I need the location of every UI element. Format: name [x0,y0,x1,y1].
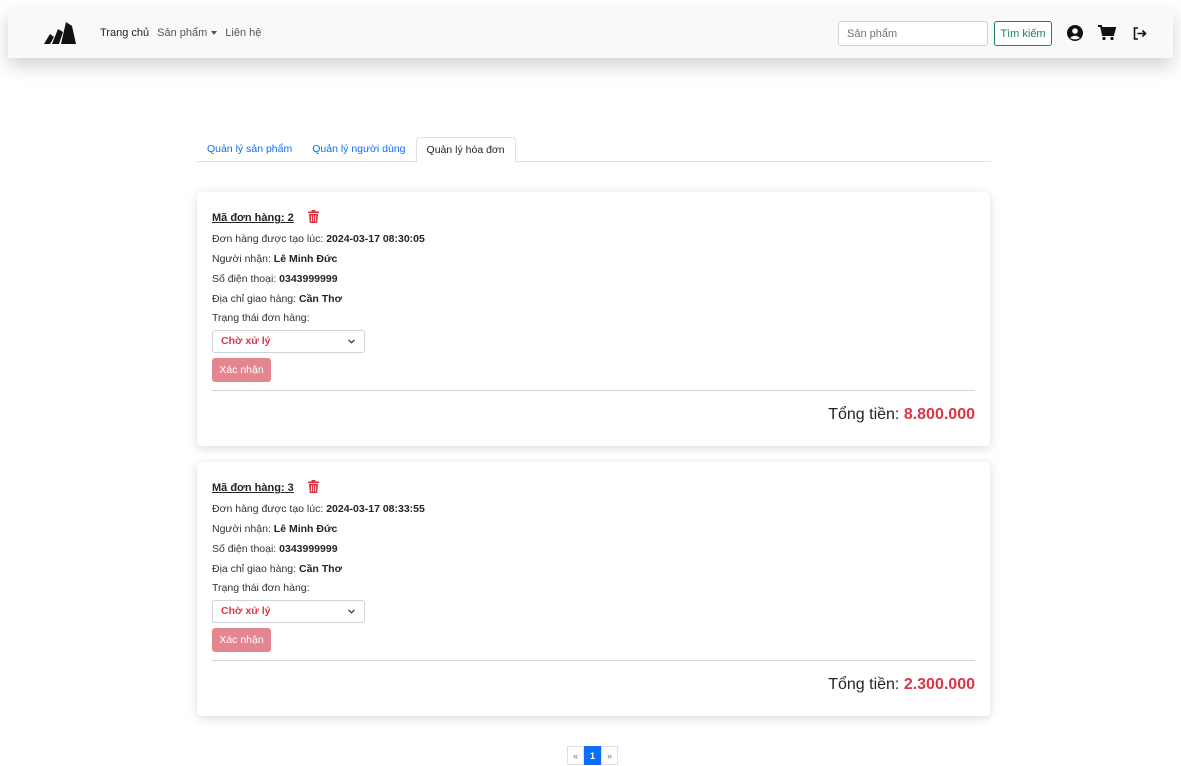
trash-icon[interactable] [308,210,319,223]
phone-value: 0343999999 [279,543,338,555]
created-at-line: Đơn hàng được tạo lúc: 2024-03-17 08:30:… [212,233,425,245]
chevron-down-icon [348,339,355,344]
status-select[interactable]: Chờ xử lý [212,600,365,623]
recipient-value: Lê Minh Đức [273,523,338,535]
address-label: Địa chỉ giao hàng: [212,293,299,305]
total-line: Tổng tiền: 2.300.000 [828,676,975,694]
phone-label: Số điện thoại: [212,543,280,555]
created-at-value: 2024-03-17 08:33:55 [326,503,425,515]
nav-contact-link[interactable]: Liên hệ [225,27,261,39]
pagination: « 1 » [567,746,618,765]
confirm-button[interactable]: Xác nhận [212,358,271,382]
nav-products-dropdown[interactable]: Sản phẩm [157,27,218,39]
caret-down-icon [211,31,218,36]
search-button[interactable]: Tìm kiếm [994,21,1052,46]
phone-value: 0343999999 [279,273,338,285]
trash-icon[interactable] [308,480,319,493]
tab-manage-users[interactable]: Quản lý người dùng [302,137,415,162]
nav-home-link[interactable]: Trang chủ [100,27,149,39]
total-label: Tổng tiền: [828,676,904,693]
status-label: Trạng thái đơn hàng: [212,582,310,594]
pagination-prev[interactable]: « [567,746,584,765]
address-line: Địa chỉ giao hàng: Cần Thơ [212,293,342,305]
status-value: Chờ xử lý [221,605,271,617]
created-at-label: Đơn hàng được tạo lúc: [212,503,327,515]
logo-icon[interactable] [44,22,76,44]
created-at-label: Đơn hàng được tạo lúc: [212,233,327,245]
recipient-line: Người nhận: Lê Minh Đức [212,253,337,265]
pagination-next[interactable]: » [601,746,618,765]
total-amount: 8.800.000 [903,406,975,423]
status-label: Trạng thái đơn hàng: [212,312,310,324]
top-strip [0,0,1181,8]
order-title: Mã đơn hàng: 2 [212,212,294,224]
divider [212,660,975,661]
user-icon[interactable] [1066,24,1084,42]
order-card: Mã đơn hàng: 2 Đơn hàng được tạo lúc: 20… [197,192,990,446]
search-input[interactable] [838,21,988,46]
chevron-down-icon [348,609,355,614]
recipient-label: Người nhận: [212,523,274,535]
nav-links: Trang chủ Sản phẩm Liên hệ [100,8,261,58]
status-select[interactable]: Chờ xử lý [212,330,365,353]
confirm-button[interactable]: Xác nhận [212,628,271,652]
order-title: Mã đơn hàng: 3 [212,482,294,494]
recipient-label: Người nhận: [212,253,274,265]
tab-manage-invoices[interactable]: Quản lý hóa đơn [415,137,516,163]
address-line: Địa chỉ giao hàng: Cần Thơ [212,563,342,575]
created-at-value: 2024-03-17 08:30:05 [326,233,425,245]
phone-label: Số điện thoại: [212,273,280,285]
total-line: Tổng tiền: 8.800.000 [828,406,975,424]
address-label: Địa chỉ giao hàng: [212,563,299,575]
address-value: Cần Thơ [298,293,343,305]
recipient-value: Lê Minh Đức [273,253,338,265]
order-card: Mã đơn hàng: 3 Đơn hàng được tạo lúc: 20… [197,462,990,716]
phone-line: Số điện thoại: 0343999999 [212,273,338,285]
recipient-line: Người nhận: Lê Minh Đức [212,523,337,535]
navbar: Trang chủ Sản phẩm Liên hệ Tìm kiếm [8,8,1173,58]
status-value: Chờ xử lý [221,335,271,347]
cart-icon[interactable] [1098,24,1116,42]
logout-icon[interactable] [1131,24,1149,42]
total-amount: 2.300.000 [903,676,975,693]
admin-tabs: Quản lý sản phẩm Quản lý người dùng Quản… [197,137,991,163]
created-at-line: Đơn hàng được tạo lúc: 2024-03-17 08:33:… [212,503,425,515]
total-label: Tổng tiền: [828,406,904,423]
pagination-page-1[interactable]: 1 [584,746,601,765]
nav-products-label: Sản phẩm [157,27,208,39]
divider [212,390,975,391]
address-value: Cần Thơ [298,563,343,575]
phone-line: Số điện thoại: 0343999999 [212,543,338,555]
tab-manage-products[interactable]: Quản lý sản phẩm [197,137,302,162]
